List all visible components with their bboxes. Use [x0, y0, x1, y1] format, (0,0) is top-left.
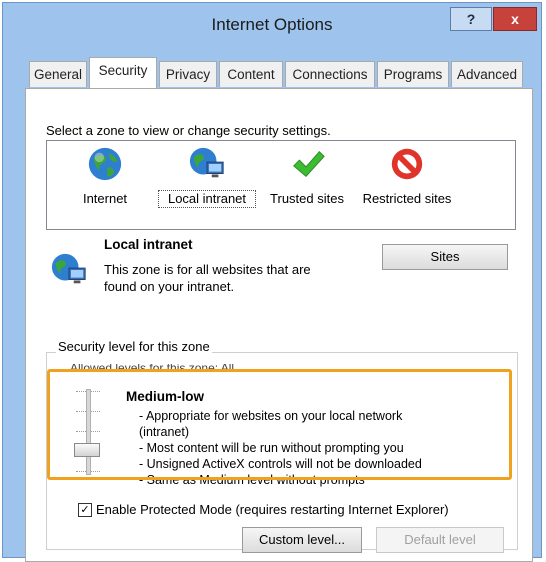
zone-internet[interactable]: Internet	[57, 145, 153, 207]
restricted-icon	[391, 148, 423, 180]
zone-list: Internet Local intranet Trusted sites Re…	[46, 140, 516, 230]
zone-label: Restricted sites	[362, 191, 452, 206]
custom-level-button[interactable]: Custom level...	[242, 527, 362, 553]
zone-trusted-sites[interactable]: Trusted sites	[259, 145, 355, 207]
help-button[interactable]: ?	[450, 7, 492, 31]
local-intranet-icon	[51, 253, 86, 284]
selected-zone-description: This zone is for all websites that are f…	[104, 262, 311, 294]
zone-label: Local intranet	[158, 190, 256, 208]
title-bar[interactable]: Internet Options ? x	[3, 3, 541, 45]
tab-general[interactable]: General	[29, 61, 87, 87]
tab-advanced[interactable]: Advanced	[451, 61, 523, 87]
internet-options-window: Internet Options ? x General Security Pr…	[2, 2, 542, 562]
tab-programs[interactable]: Programs	[377, 61, 449, 87]
security-tab-panel: Select a zone to view or change security…	[25, 88, 533, 562]
tab-connections[interactable]: Connections	[285, 61, 375, 87]
zone-local-intranet[interactable]: Local intranet	[158, 145, 256, 208]
tab-content[interactable]: Content	[219, 61, 283, 87]
default-level-button[interactable]: Default level	[376, 527, 504, 553]
zone-prompt: Select a zone to view or change security…	[46, 123, 331, 138]
local-intranet-icon	[189, 147, 224, 178]
security-level-group-label: Security level for this zone	[56, 339, 212, 354]
protected-mode-label: Enable Protected Mode (requires restarti…	[96, 502, 449, 517]
selected-zone-title: Local intranet	[104, 237, 193, 252]
zone-restricted-sites[interactable]: Restricted sites	[359, 145, 455, 207]
globe-icon	[88, 147, 122, 181]
sites-button[interactable]: Sites	[382, 244, 508, 270]
tab-security[interactable]: Security	[89, 57, 157, 88]
protected-mode-option[interactable]: ✓ Enable Protected Mode (requires restart…	[78, 502, 449, 518]
protected-mode-checkbox[interactable]: ✓	[78, 502, 92, 517]
green-checkmark-icon	[292, 150, 325, 178]
security-level-highlight	[47, 369, 512, 480]
zone-label: Trusted sites	[270, 191, 344, 206]
tab-privacy[interactable]: Privacy	[159, 61, 217, 87]
zone-label: Internet	[82, 191, 128, 206]
close-button[interactable]: x	[493, 7, 537, 31]
